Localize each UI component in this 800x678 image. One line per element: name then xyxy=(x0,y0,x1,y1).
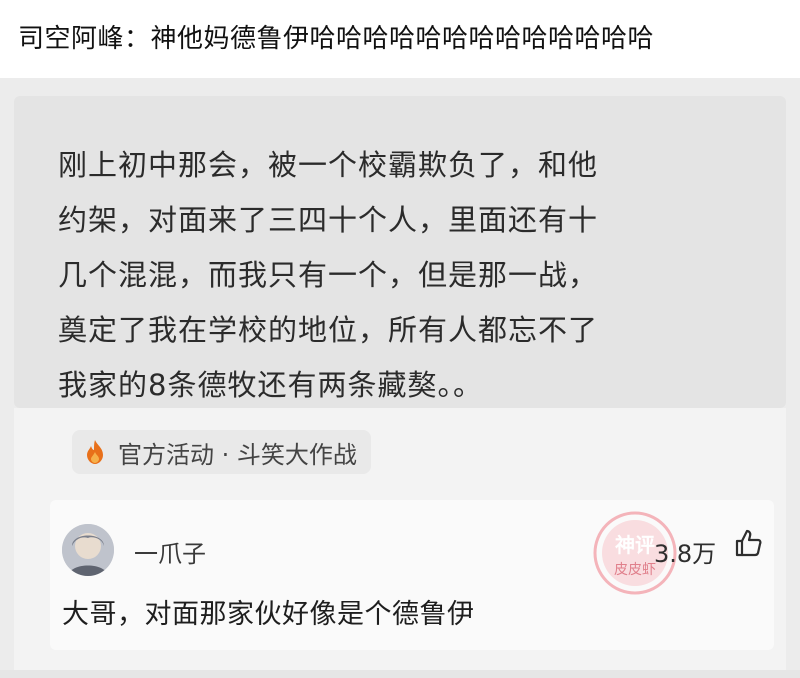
post-body: 刚上初中那会，被一个校霸欺负了，和他 约架，对面来了三四十个人，里面还有十 几个… xyxy=(58,138,778,413)
post-line: 我家的8条德牧还有两条藏獒。。 xyxy=(58,368,483,402)
comment-username[interactable]: 一爪子 xyxy=(134,534,206,569)
divider xyxy=(0,670,800,678)
watermark-line2: 皮皮虾 xyxy=(614,562,656,578)
post-line: 刚上初中那会，被一个校霸欺负了，和他 xyxy=(58,148,599,182)
top-comment[interactable]: 一爪子 神评 皮皮虾 3.8万 大哥，对面那家伙好像是个德鲁伊 xyxy=(50,500,774,650)
post-line: 约架，对面来了三四十个人，里面还有十 xyxy=(58,203,599,237)
thumbs-up-icon[interactable] xyxy=(734,528,764,558)
avatar[interactable] xyxy=(62,524,114,576)
activity-tag[interactable]: 官方活动 · 斗笑大作战 xyxy=(72,430,371,474)
comment-text: 大哥，对面那家伙好像是个德鲁伊 xyxy=(62,599,475,630)
watermark-line1: 神评 xyxy=(615,533,655,557)
activity-label: 官方活动 · 斗笑大作战 xyxy=(118,440,357,469)
post-line: 奠定了我在学校的地位，所有人都忘不了 xyxy=(58,313,599,347)
like-count: 3.8万 xyxy=(654,540,717,568)
post-meta-area: 官方活动 · 斗笑大作战 一爪子 神评 皮皮虾 3.8万 大哥，对面那家伙好像是… xyxy=(14,408,786,670)
post-title-caption: 司空阿峰：神他妈德鲁伊哈哈哈哈哈哈哈哈哈哈哈哈哈 xyxy=(18,24,655,54)
post-line: 几个混混，而我只有一个，但是那一战， xyxy=(58,258,599,292)
flame-icon xyxy=(87,440,103,464)
screenshot-area: 刚上初中那会，被一个校霸欺负了，和他 约架，对面来了三四十个人，里面还有十 几个… xyxy=(0,78,800,678)
avatar-image xyxy=(62,524,114,576)
post-card[interactable]: 刚上初中那会，被一个校霸欺负了，和他 约架，对面来了三四十个人，里面还有十 几个… xyxy=(14,96,786,408)
